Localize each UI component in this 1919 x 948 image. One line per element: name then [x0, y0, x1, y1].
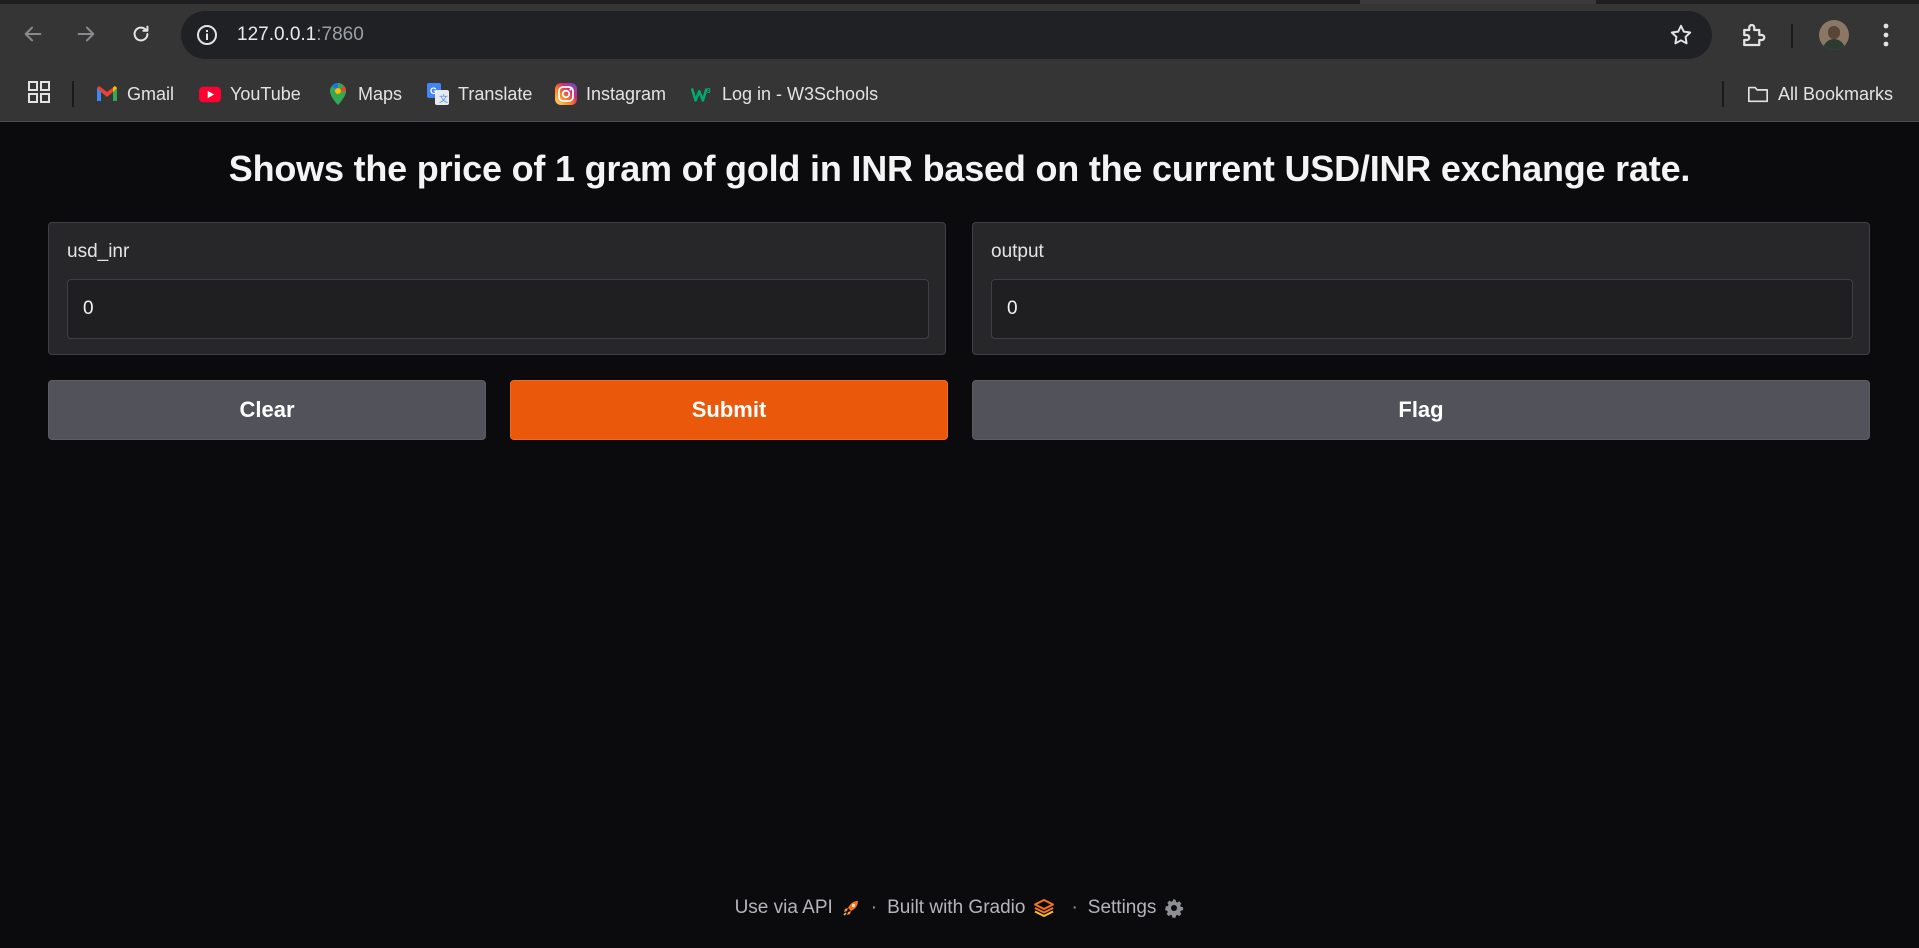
bookmarks-divider — [72, 81, 74, 107]
reload-button[interactable] — [121, 14, 161, 54]
bookmarks-divider-right — [1722, 81, 1724, 107]
bookmark-gmail[interactable]: Gmail — [96, 80, 174, 108]
bookmark-label: YouTube — [230, 83, 301, 104]
arrow-left-icon — [24, 26, 42, 42]
bookmark-label: Gmail — [127, 83, 175, 104]
toolbar-divider — [1791, 24, 1793, 48]
output-panel: output — [972, 222, 1870, 355]
url-port: :7860 — [316, 24, 364, 45]
built-with-gradio-link[interactable]: Built with Gradio — [887, 897, 1055, 919]
back-button[interactable] — [13, 14, 53, 54]
extensions-icon[interactable] — [1738, 20, 1768, 50]
gear-icon — [1164, 898, 1184, 918]
avatar-face — [1828, 26, 1840, 39]
url-host: 127.0.0.1 — [237, 24, 317, 45]
footer-separator: · — [870, 897, 878, 918]
instagram-icon — [555, 83, 577, 105]
page-title: Shows the price of 1 gram of gold in INR… — [228, 148, 1691, 189]
gmail-icon — [96, 83, 118, 105]
all-bookmarks-label: All Bookmarks — [1778, 83, 1894, 104]
maps-icon — [327, 83, 349, 105]
bookmark-translate[interactable]: G文 Translate — [427, 80, 532, 108]
bookmarks-bar: Gmail YouTube Maps G文 Translate Instagra… — [0, 68, 1919, 122]
folder-icon — [1747, 83, 1769, 105]
bookmark-label: Translate — [458, 83, 533, 104]
youtube-icon — [199, 83, 221, 105]
bookmark-w3schools[interactable]: 3 Log in - W3Schools — [691, 80, 878, 108]
output-field[interactable] — [991, 279, 1853, 339]
browser-toolbar: 127.0.0.1:7860 — [0, 4, 1919, 68]
bookmark-label: Instagram — [586, 83, 667, 104]
bookmark-maps[interactable]: Maps — [327, 80, 402, 108]
footer: Use via API · Built with Gradio · Settin… — [0, 897, 1919, 919]
all-bookmarks[interactable]: All Bookmarks — [1747, 80, 1893, 108]
more-menu-icon[interactable] — [1880, 22, 1892, 48]
url-text[interactable]: 127.0.0.1:7860 — [237, 24, 364, 46]
translate-icon: G文 — [427, 83, 449, 105]
arrow-right-icon — [77, 26, 95, 42]
profile-avatar[interactable] — [1819, 20, 1849, 50]
svg-text:文: 文 — [439, 93, 448, 104]
settings-link[interactable]: Settings — [1088, 897, 1185, 919]
forward-button[interactable] — [66, 14, 106, 54]
apps-grid-icon[interactable] — [27, 80, 51, 104]
svg-text:G: G — [430, 86, 437, 96]
bookmark-star-icon[interactable] — [1668, 22, 1694, 48]
use-via-api-label: Use via API — [734, 897, 833, 918]
address-bar[interactable]: 127.0.0.1:7860 — [181, 11, 1712, 59]
reload-icon — [133, 25, 149, 42]
gradio-logo-icon — [1033, 898, 1055, 918]
output-label: output — [991, 241, 1044, 262]
avatar-body — [1823, 39, 1845, 50]
rocket-icon — [841, 898, 861, 918]
bookmark-label: Log in - W3Schools — [722, 83, 879, 104]
footer-separator: · — [1071, 897, 1078, 918]
bookmark-instagram[interactable]: Instagram — [555, 80, 666, 108]
flag-button[interactable]: Flag — [972, 380, 1870, 440]
input-panel: usd_inr — [48, 222, 946, 355]
built-with-gradio-label: Built with Gradio — [887, 897, 1026, 918]
svg-text:3: 3 — [707, 86, 711, 95]
use-via-api-link[interactable]: Use via API — [735, 897, 861, 919]
submit-button[interactable]: Submit — [510, 380, 948, 440]
clear-button[interactable]: Clear — [48, 380, 486, 440]
usd-inr-input[interactable] — [67, 279, 929, 339]
site-info-icon[interactable] — [195, 23, 219, 47]
settings-label: Settings — [1087, 897, 1157, 918]
input-label: usd_inr — [67, 241, 130, 262]
bookmark-youtube[interactable]: YouTube — [199, 80, 301, 108]
bookmark-label: Maps — [358, 83, 403, 104]
w3schools-icon: 3 — [691, 83, 713, 105]
